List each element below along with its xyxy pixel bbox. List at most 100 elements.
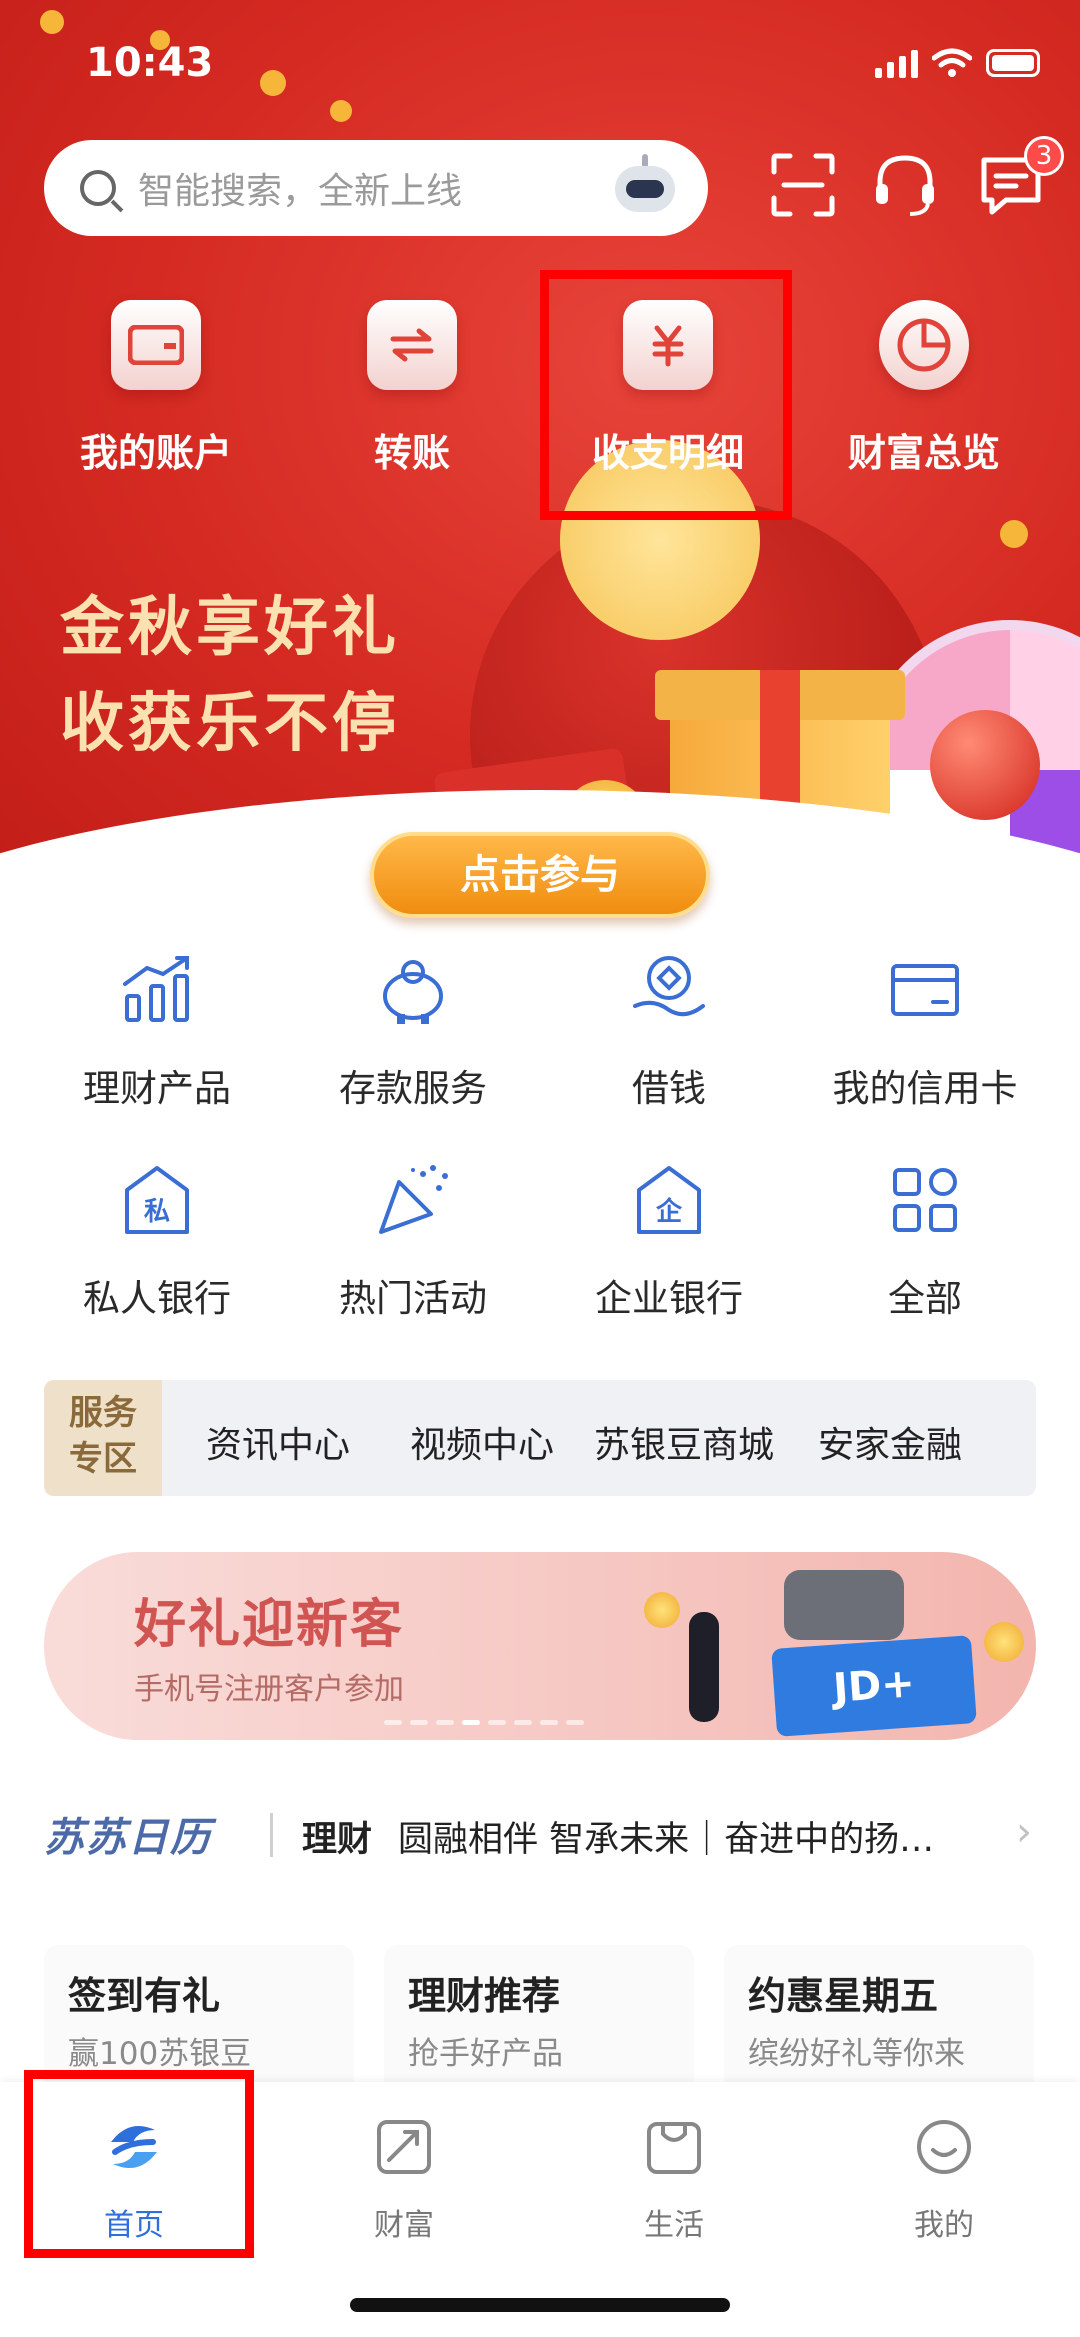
service-link-home-finance[interactable]: 安家金融 (818, 1416, 962, 1468)
decor-person (689, 1612, 719, 1722)
service-zone-tag-line-2: 专区 (69, 1439, 137, 1479)
service-label: 企业银行 (595, 1277, 743, 1320)
feature-title: 约惠星期五 (748, 1974, 939, 2018)
wallet-icon (111, 300, 201, 390)
decor-blossom (40, 10, 64, 34)
service-label: 私人银行 (83, 1277, 231, 1320)
battery-icon (986, 49, 1040, 77)
pie-chart-icon (879, 300, 969, 390)
bar-chart-icon (123, 956, 189, 1022)
search-placeholder: 智能搜索，全新上线 (138, 171, 463, 212)
feature-card-wealth-recommend[interactable]: 理财推荐 抢手好产品 (384, 1945, 694, 2095)
service-wealth-products[interactable]: 理财产品 (42, 950, 272, 1112)
status-icons (875, 48, 1040, 78)
tab-me[interactable]: 我的 (844, 2112, 1044, 2244)
svg-text:企: 企 (656, 1196, 683, 1227)
feature-title: 理财推荐 (408, 1974, 561, 2018)
ticker-category: 理财 (302, 1820, 373, 1860)
wifi-icon (932, 48, 972, 77)
wealth-tab-icon (377, 2120, 431, 2174)
search-bar[interactable]: 智能搜索，全新上线 (44, 140, 708, 236)
decor-blossom (260, 70, 286, 96)
promo-title: 金秋享好礼 收获乐不停 (60, 580, 400, 772)
service-borrow[interactable]: 借钱 (554, 950, 784, 1112)
ticker-brand: 苏苏日历 (44, 1815, 212, 1861)
service-label: 理财产品 (83, 1067, 231, 1110)
service-label: 我的信用卡 (832, 1067, 1018, 1110)
decor-ball (930, 710, 1040, 820)
status-time: 10:43 (86, 40, 214, 86)
quick-action-my-account[interactable]: 我的账户 (56, 300, 256, 477)
service-enterprise-banking[interactable]: 企 企业银行 (554, 1160, 784, 1322)
ticker-divider (270, 1813, 273, 1857)
piggy-bank-icon (383, 960, 443, 1024)
profile-smile-icon (917, 2120, 971, 2174)
tab-label: 财富 (374, 2208, 434, 2243)
news-ticker[interactable]: 苏苏日历 理财 圆融相伴 智承未来｜奋进中的扬… › (44, 1805, 1036, 1865)
quick-action-wealth-overview[interactable]: 财富总览 (824, 300, 1024, 477)
message-badge: 3 (1024, 136, 1064, 176)
chevron-right-icon: › (1016, 1809, 1032, 1855)
highlight-box-income-expense (540, 270, 792, 520)
promo-line-2: 收获乐不停 (60, 687, 400, 761)
message-button[interactable]: 3 (976, 136, 1064, 220)
quick-action-transfer[interactable]: 转账 (312, 300, 512, 477)
service-deposits[interactable]: 存款服务 (298, 950, 528, 1112)
banner-title: 好礼迎新客 (134, 1595, 405, 1655)
quick-action-label: 财富总览 (847, 431, 1000, 475)
transfer-icon (367, 300, 457, 390)
ticker-text: 圆融相伴 智承未来｜奋进中的扬… (398, 1820, 935, 1860)
feature-subtitle: 赢100苏银豆 (68, 2036, 252, 2072)
service-zone: 服务 专区 资讯中心 视频中心 苏银豆商城 安家金融 (44, 1380, 1036, 1496)
service-link-mall[interactable]: 苏银豆商城 (594, 1416, 774, 1468)
decor-blossom (1000, 520, 1028, 548)
service-all[interactable]: 全部 (810, 1160, 1040, 1322)
quick-action-label: 转账 (373, 431, 450, 475)
service-link-news[interactable]: 资讯中心 (206, 1416, 350, 1468)
svg-text:私: 私 (144, 1197, 170, 1227)
service-label: 全部 (888, 1277, 962, 1320)
tab-label: 生活 (644, 2208, 704, 2243)
decor-blossom (330, 100, 352, 122)
coin-hand-icon (633, 956, 705, 1017)
ai-robot-icon[interactable] (610, 154, 680, 222)
feature-title: 签到有礼 (68, 1974, 221, 2018)
search-icon (80, 170, 116, 206)
service-link-video[interactable]: 视频中心 (410, 1416, 554, 1468)
home-indicator (350, 2298, 730, 2312)
decor-coin (984, 1622, 1024, 1662)
tab-life[interactable]: 生活 (574, 2112, 774, 2244)
service-credit-card[interactable]: 我的信用卡 (810, 950, 1040, 1112)
join-button[interactable]: 点击参与 (370, 832, 710, 918)
feature-subtitle: 抢手好产品 (408, 2036, 563, 2072)
decor-jd-card: JD+ (771, 1635, 977, 1737)
service-hot-events[interactable]: 热门活动 (298, 1160, 528, 1322)
service-label: 热门活动 (339, 1277, 487, 1320)
service-label: 借钱 (632, 1067, 706, 1110)
customer-service-icon[interactable] (870, 150, 940, 220)
tab-label: 我的 (914, 2208, 974, 2243)
party-popper-icon (379, 1165, 448, 1234)
promo-line-1: 金秋享好礼 (60, 591, 400, 665)
service-zone-tag: 服务 专区 (44, 1380, 162, 1496)
decor-hair-dryer (784, 1570, 904, 1640)
tab-wealth[interactable]: 财富 (304, 2112, 504, 2244)
shopping-bag-icon (647, 2122, 701, 2174)
private-bank-icon: 私 (125, 1166, 189, 1234)
banner-subtitle: 手机号注册客户参加 (134, 1672, 404, 1707)
highlight-box-home-tab (24, 2070, 254, 2258)
carousel-dots (384, 1720, 584, 1725)
ticker-headline: 理财 圆融相伴 智承未来｜奋进中的扬… (302, 1811, 934, 1862)
cellular-signal-icon (875, 48, 918, 78)
service-zone-tag-line-1: 服务 (69, 1393, 137, 1433)
new-customer-banner[interactable]: 好礼迎新客 手机号注册客户参加 JD+ (44, 1552, 1036, 1740)
service-label: 存款服务 (339, 1067, 487, 1110)
grid-icon (893, 1168, 957, 1232)
feature-card-friday-deals[interactable]: 约惠星期五 缤纷好礼等你来 (724, 1945, 1034, 2095)
service-private-banking[interactable]: 私 私人银行 (42, 1160, 272, 1322)
enterprise-bank-icon: 企 (637, 1166, 701, 1234)
credit-card-icon (891, 964, 959, 1016)
decor-coin (644, 1592, 680, 1628)
scan-icon[interactable] (768, 150, 838, 220)
feature-subtitle: 缤纷好礼等你来 (748, 2036, 965, 2072)
